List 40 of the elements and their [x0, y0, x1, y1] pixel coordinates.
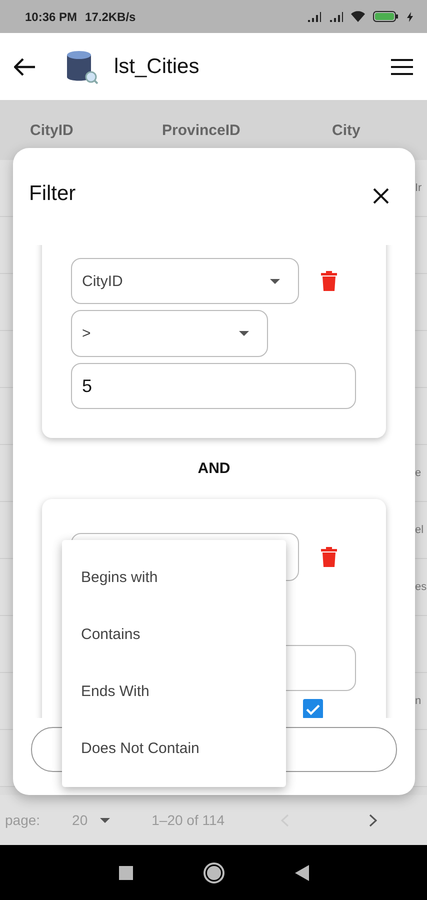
menu-item[interactable]: Ends With	[62, 663, 286, 720]
back-icon[interactable]	[294, 864, 308, 880]
trash-icon[interactable]	[321, 271, 337, 291]
dialog-title: Filter	[29, 182, 77, 206]
operator-dropdown[interactable]: >	[71, 310, 268, 357]
table-cell-text: e	[415, 467, 422, 479]
menu-item[interactable]: Does Not Contain	[62, 720, 286, 777]
connector-label: AND	[196, 459, 232, 479]
table-cell: es	[415, 581, 427, 593]
column-header: ProvinceID	[162, 122, 240, 138]
menu-icon[interactable]	[391, 58, 413, 74]
battery-icon	[373, 11, 399, 22]
database-icon	[66, 50, 98, 84]
page-range: 1–20 of 114	[152, 812, 225, 828]
close-icon[interactable]	[373, 188, 389, 204]
menu-item[interactable]: Begins with	[62, 549, 286, 606]
page-title: lst_Cities	[114, 54, 200, 78]
rows-per-page-label: page:	[5, 812, 40, 828]
status-time: 10:36 PM	[25, 10, 78, 24]
signal-icon	[307, 12, 321, 22]
trash-icon[interactable]	[321, 547, 337, 567]
caret-icon	[270, 278, 280, 284]
home-icon[interactable]	[202, 862, 224, 884]
back-arrow-icon[interactable]	[14, 58, 36, 76]
next-page-icon[interactable]	[368, 814, 377, 826]
value-field[interactable]: 5	[71, 363, 356, 409]
table-cell-text: n	[415, 695, 422, 707]
network-speed: 17.2KB/s	[85, 10, 136, 24]
table-cell-text: el	[415, 524, 425, 536]
menu-item[interactable]: Contains	[62, 606, 286, 663]
checkbox[interactable]	[303, 699, 323, 718]
signal-icon	[329, 12, 343, 22]
check-icon	[306, 704, 320, 714]
wifi-icon	[351, 11, 365, 22]
field-dropdown[interactable]: CityID	[71, 258, 299, 304]
table-cell-text: Ir	[415, 182, 423, 194]
column-header: CityID	[30, 122, 74, 138]
caret-icon	[100, 818, 110, 822]
recents-icon[interactable]	[118, 866, 132, 880]
column-header: City	[332, 122, 360, 138]
